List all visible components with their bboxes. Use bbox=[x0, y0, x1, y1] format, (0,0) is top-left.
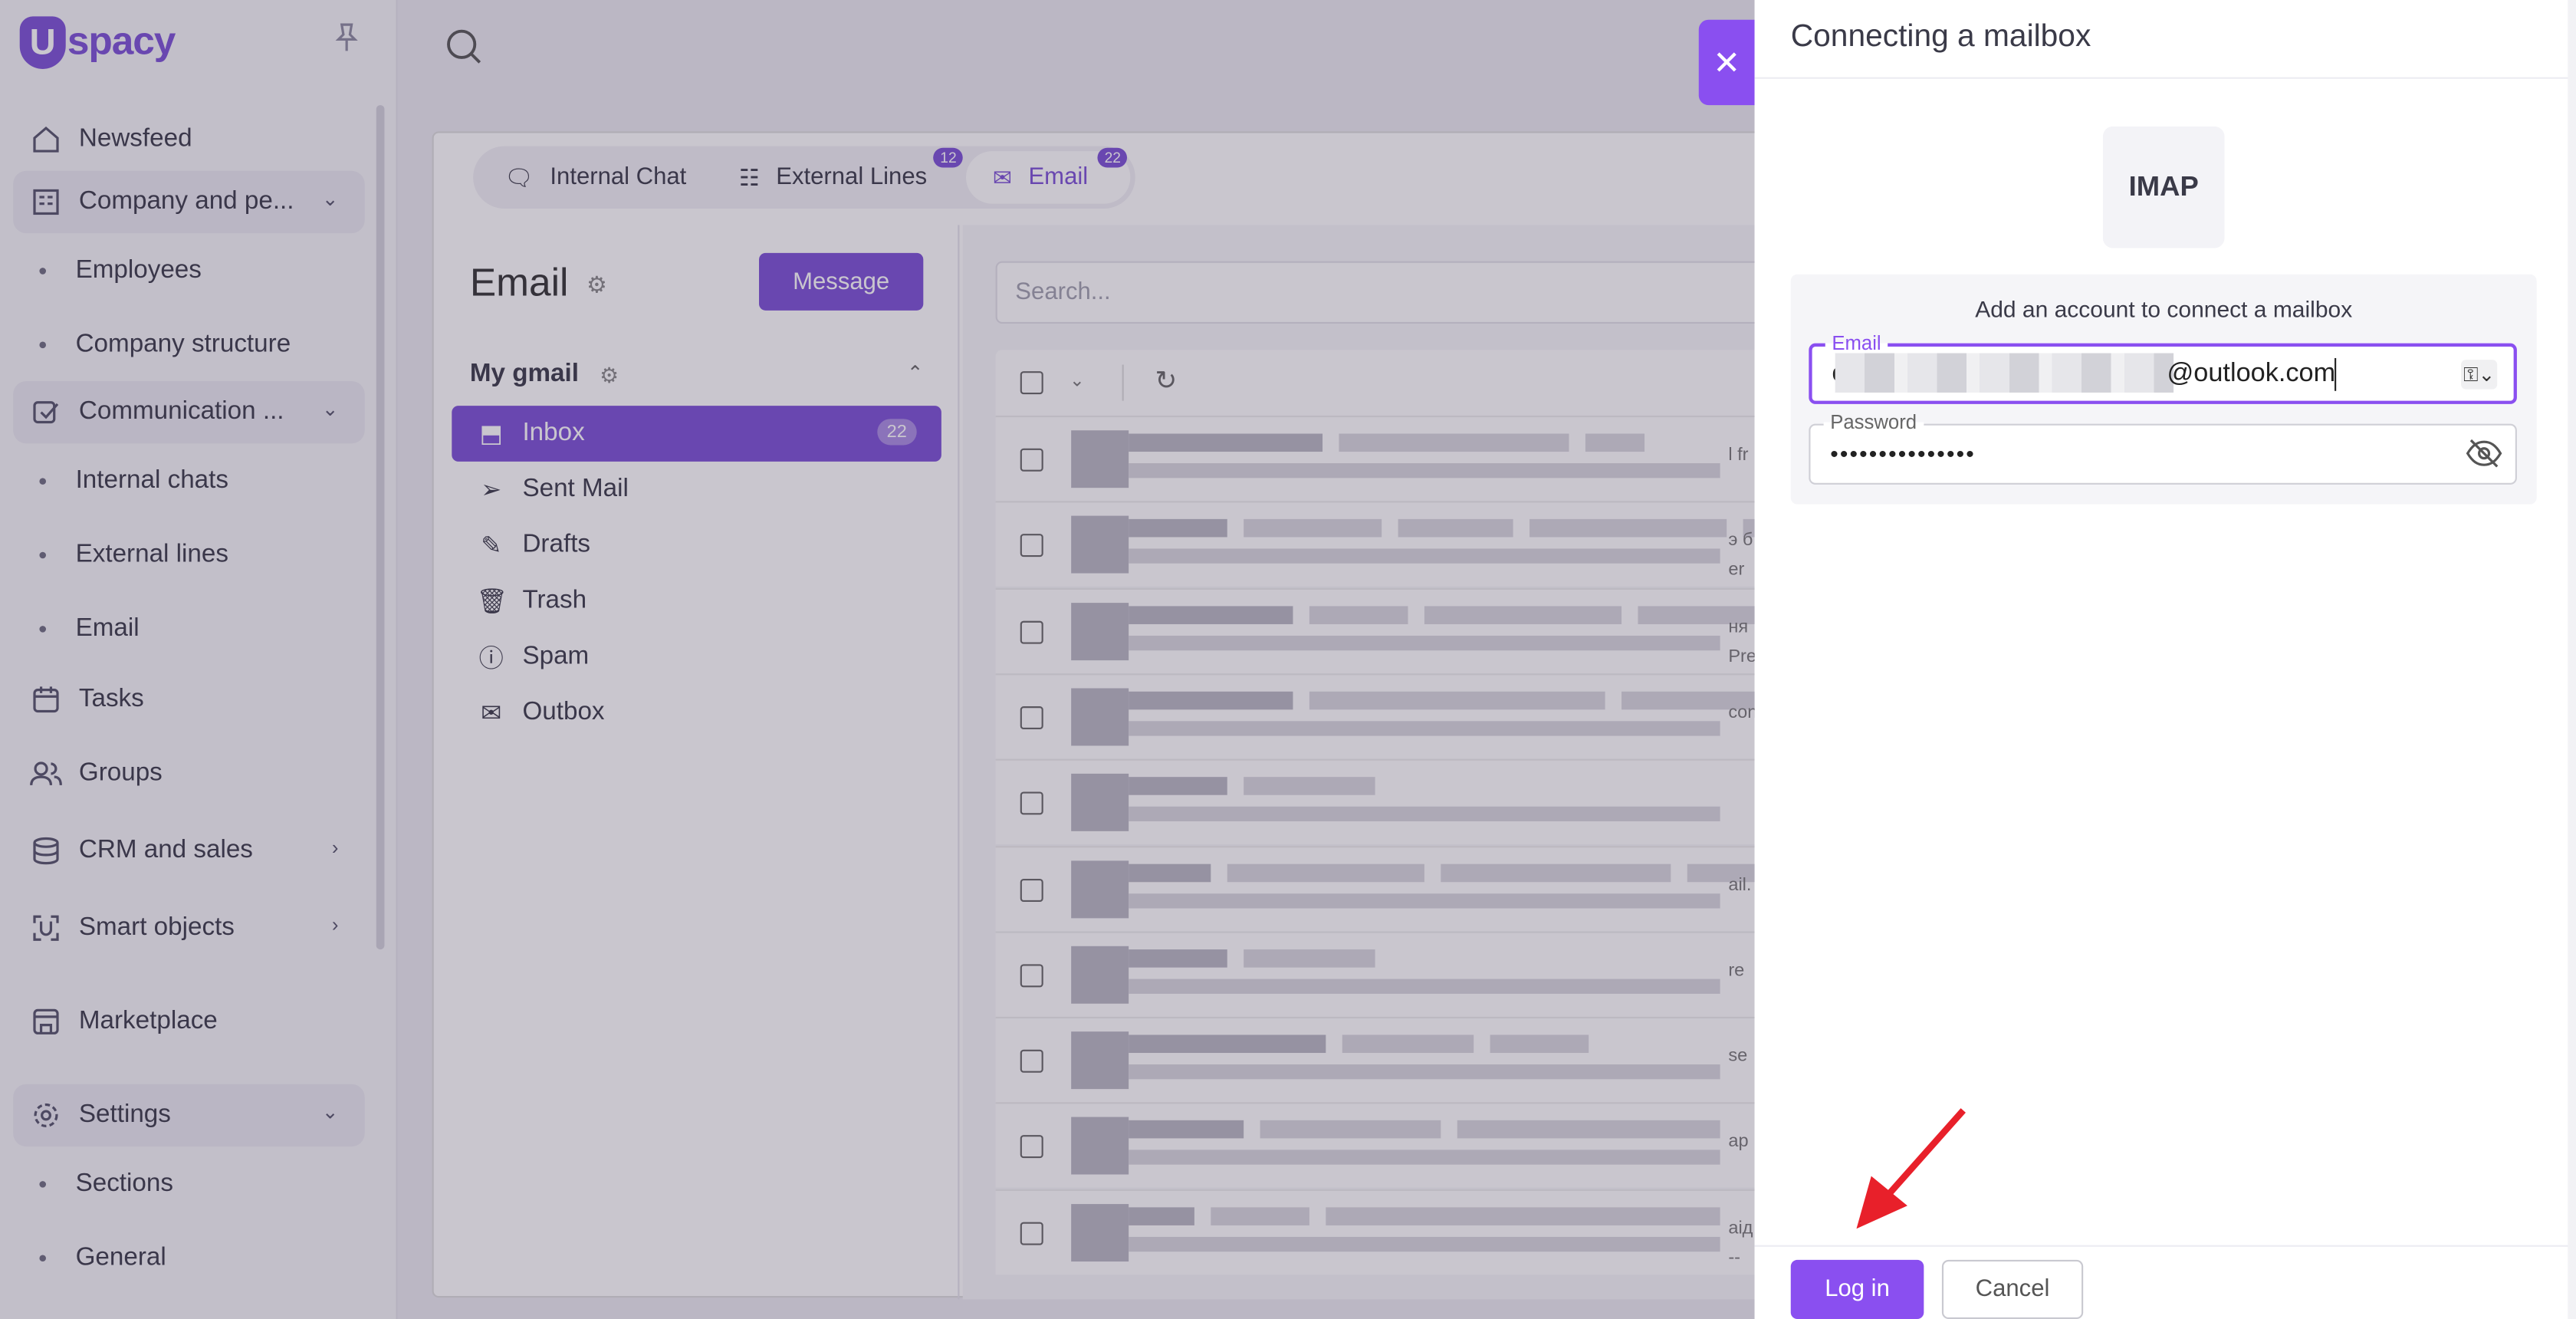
form-heading: Add an account to connect a mailbox bbox=[1975, 295, 2353, 322]
email-value-suffix: @outlook.com bbox=[2167, 360, 2336, 388]
cancel-button[interactable]: Cancel bbox=[1941, 1259, 2084, 1319]
imap-provider-tile[interactable]: IMAP bbox=[2102, 126, 2225, 248]
email-label: Email bbox=[1825, 331, 1888, 355]
panel-footer: Log in Cancel bbox=[1754, 1245, 2576, 1319]
password-field[interactable]: Password ••••••••••••••• bbox=[1809, 410, 2517, 485]
panel-scrollbar[interactable] bbox=[2568, 0, 2576, 1319]
account-form-card: Add an account to connect a mailbox Emai… bbox=[1790, 274, 2537, 505]
close-icon[interactable]: ✕ bbox=[1698, 19, 1755, 106]
email-field[interactable]: Email c @outlook.com ⚿⌄ bbox=[1809, 331, 2517, 404]
password-value: ••••••••••••••• bbox=[1830, 440, 1976, 467]
panel-title: Connecting a mailbox bbox=[1790, 19, 2091, 54]
modal-overlay[interactable] bbox=[0, 0, 1755, 1319]
text-cursor bbox=[2334, 357, 2337, 391]
annotation-arrow bbox=[1856, 1108, 1966, 1229]
eye-off-icon[interactable] bbox=[2466, 439, 2502, 473]
password-label: Password bbox=[1823, 410, 1924, 434]
login-button[interactable]: Log in bbox=[1790, 1259, 1924, 1319]
redacted-text bbox=[1835, 353, 2174, 393]
panel-header: Connecting a mailbox bbox=[1754, 0, 2576, 79]
key-icon[interactable]: ⚿⌄ bbox=[2461, 360, 2498, 390]
